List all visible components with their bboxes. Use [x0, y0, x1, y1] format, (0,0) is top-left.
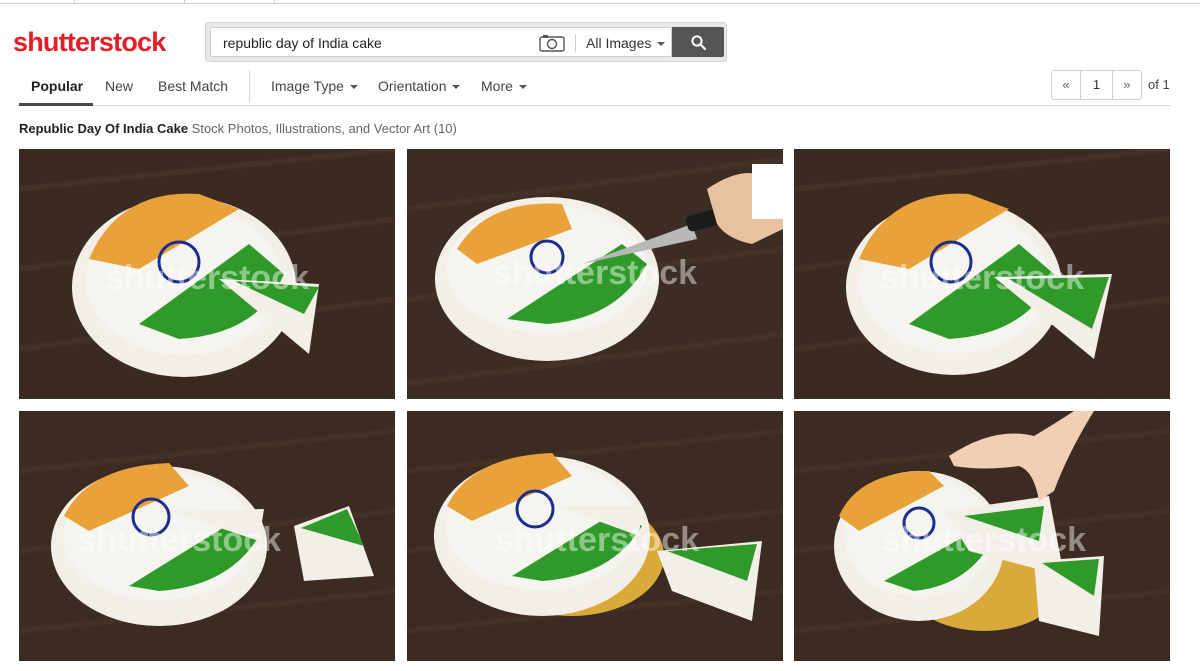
tab-edge	[274, 0, 275, 4]
prev-page-button[interactable]: «	[1051, 70, 1081, 100]
browser-top-edge	[0, 0, 1200, 4]
filter-bar: Popular New Best Match Image Type Orient…	[19, 70, 1171, 106]
chevron-down-icon	[518, 85, 527, 90]
watermark-text: shutterstock	[105, 259, 309, 297]
search-query[interactable]: republic day of India cake	[223, 35, 382, 51]
search-input[interactable]: republic day of India cake All Images	[210, 27, 672, 57]
tab-best-match[interactable]: Best Match	[158, 78, 228, 94]
watermark-text: shutterstock	[495, 521, 699, 559]
filter-label: Orientation	[378, 78, 447, 94]
watermark-text: shutterstock	[493, 254, 697, 292]
image-thumbnail[interactable]: shutterstock	[794, 149, 1170, 399]
watermark-text: shutterstock	[880, 259, 1084, 297]
tab-edge	[184, 0, 274, 4]
page-number-input[interactable]: 1	[1080, 70, 1113, 100]
image-thumbnail[interactable]: shutterstock	[19, 411, 395, 661]
cake-photo: shutterstock	[407, 411, 783, 661]
watermark-text: shutterstock	[77, 521, 281, 559]
search-button[interactable]	[672, 27, 724, 57]
image-thumbnail[interactable]: shutterstock	[407, 411, 783, 661]
cake-photo: shutterstock	[794, 411, 1170, 661]
asset-type-dropdown[interactable]: All Images	[586, 35, 666, 51]
asset-type-label: All Images	[586, 35, 652, 51]
tab-new[interactable]: New	[105, 78, 133, 94]
tab-popular[interactable]: Popular	[31, 78, 83, 94]
cake-photo: shutterstock	[19, 149, 395, 399]
active-tab-indicator	[19, 103, 93, 106]
search-bar: republic day of India cake All Images	[205, 22, 727, 62]
results-heading: Republic Day Of India Cake Stock Photos,…	[19, 121, 457, 136]
cake-photo: shutterstock	[19, 411, 395, 661]
cake-photo: shutterstock	[794, 149, 1170, 399]
chevron-down-icon	[657, 42, 666, 47]
results-title: Republic Day Of India Cake	[19, 121, 189, 136]
logo[interactable]: shutterstock	[13, 27, 166, 58]
filter-image-type[interactable]: Image Type	[271, 78, 358, 94]
divider	[575, 34, 576, 52]
camera-icon[interactable]	[539, 34, 565, 52]
image-thumbnail[interactable]: shutterstock	[19, 149, 395, 399]
next-page-button[interactable]: »	[1112, 70, 1142, 100]
chevron-down-icon	[452, 85, 461, 90]
results-subtitle: Stock Photos, Illustrations, and Vector …	[191, 121, 457, 136]
magnifier-icon	[691, 35, 706, 50]
image-thumbnail[interactable]: shutterstock	[407, 149, 783, 399]
watermark-text: shutterstock	[882, 521, 1086, 559]
divider	[249, 70, 250, 103]
cake-photo: shutterstock	[407, 149, 783, 399]
image-thumbnail[interactable]: shutterstock	[794, 411, 1170, 661]
filter-label: More	[481, 78, 513, 94]
filter-more[interactable]: More	[481, 78, 527, 94]
filter-label: Image Type	[271, 78, 344, 94]
filter-orientation[interactable]: Orientation	[378, 78, 461, 94]
tab-edge	[74, 0, 184, 4]
page-total: of 1	[1148, 77, 1170, 92]
chevron-down-icon	[349, 85, 358, 90]
